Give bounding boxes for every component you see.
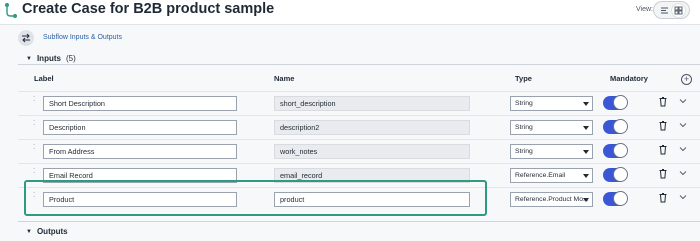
view-label: View: bbox=[636, 6, 653, 13]
mandatory-toggle[interactable] bbox=[603, 95, 628, 110]
label-input[interactable]: Short Description bbox=[43, 96, 237, 111]
flow-logo-icon bbox=[5, 3, 17, 18]
outputs-label: Outputs bbox=[36, 227, 68, 236]
trash-icon[interactable] bbox=[658, 144, 668, 155]
chevron-down-icon[interactable] bbox=[678, 192, 688, 202]
dropdown-arrow-icon bbox=[583, 174, 589, 178]
toggle-knob bbox=[613, 119, 628, 134]
subflow-inputs-outputs-link[interactable]: Subflow Inputs & Outputs bbox=[43, 34, 122, 41]
name-input: short_description bbox=[274, 96, 470, 111]
chevron-down-icon[interactable] bbox=[678, 96, 688, 106]
label-input[interactable]: Description bbox=[43, 120, 237, 135]
dropdown-arrow-icon bbox=[583, 150, 589, 154]
toggle-knob bbox=[613, 191, 628, 206]
trash-icon[interactable] bbox=[658, 120, 668, 131]
dropdown-arrow-icon bbox=[583, 198, 589, 202]
mandatory-toggle[interactable] bbox=[603, 119, 628, 134]
label-input[interactable]: From Address bbox=[43, 144, 237, 159]
mandatory-toggle[interactable] bbox=[603, 167, 628, 182]
col-mandatory: Mandatory bbox=[610, 74, 648, 83]
type-select[interactable]: Reference.Product Mo... bbox=[510, 192, 593, 207]
type-value: String bbox=[515, 148, 533, 155]
outputs-section-toggle[interactable]: ▼ Outputs bbox=[26, 227, 68, 236]
type-select[interactable]: String bbox=[510, 144, 593, 159]
drag-handle-icon[interactable]: ⁚ bbox=[33, 167, 35, 175]
toggle-knob bbox=[613, 95, 628, 110]
drag-handle-icon[interactable]: ⁚ bbox=[33, 95, 35, 103]
type-select[interactable]: String bbox=[510, 120, 593, 135]
list-view-icon[interactable] bbox=[658, 4, 671, 17]
toggle-knob bbox=[613, 143, 628, 158]
mandatory-toggle[interactable] bbox=[603, 191, 628, 206]
type-value: String bbox=[515, 100, 533, 107]
input-row: ⁚ Description description2 String bbox=[18, 115, 700, 138]
col-type: Type bbox=[515, 74, 532, 83]
add-input-icon[interactable]: + bbox=[681, 74, 692, 85]
drag-handle-icon[interactable]: ⁚ bbox=[33, 119, 35, 127]
type-value: String bbox=[515, 124, 533, 131]
input-row: ⁚ From Address work_notes String bbox=[18, 139, 700, 162]
toggle-knob bbox=[613, 167, 628, 182]
chevron-down-icon[interactable] bbox=[678, 120, 688, 130]
type-value: Reference.Product Mo... bbox=[515, 196, 589, 203]
inputs-section-toggle[interactable]: ▼ Inputs (5) bbox=[26, 54, 76, 63]
chevron-down-icon[interactable] bbox=[678, 168, 688, 178]
name-input: work_notes bbox=[274, 144, 470, 159]
col-name: Name bbox=[274, 74, 295, 83]
inputs-label: Inputs bbox=[36, 54, 61, 63]
grid-view-icon[interactable] bbox=[672, 3, 686, 17]
col-label: Label bbox=[34, 74, 54, 83]
type-value: Reference.Email bbox=[515, 172, 566, 179]
drag-handle-icon[interactable]: ⁚ bbox=[33, 143, 35, 151]
chevron-down-icon[interactable] bbox=[678, 144, 688, 154]
trash-icon[interactable] bbox=[658, 96, 668, 107]
input-row: ⁚ Short Description short_description St… bbox=[18, 91, 700, 114]
dropdown-arrow-icon bbox=[583, 126, 589, 130]
trash-icon[interactable] bbox=[658, 168, 668, 179]
view-toggle[interactable] bbox=[653, 1, 690, 19]
mandatory-toggle[interactable] bbox=[603, 143, 628, 158]
divider bbox=[18, 64, 700, 65]
header: Create Case for B2B product sample View: bbox=[0, 0, 700, 24]
trash-icon[interactable] bbox=[658, 192, 668, 203]
caret-down-icon: ▼ bbox=[26, 228, 32, 235]
inputs-count: (5) bbox=[65, 54, 76, 63]
page-title: Create Case for B2B product sample bbox=[22, 1, 275, 17]
caret-down-icon: ▼ bbox=[26, 55, 32, 62]
highlight-annotation bbox=[24, 180, 487, 216]
dropdown-arrow-icon bbox=[583, 102, 589, 106]
type-select[interactable]: String bbox=[510, 96, 593, 111]
divider bbox=[18, 221, 700, 222]
swap-arrows-icon[interactable] bbox=[18, 30, 34, 46]
type-select[interactable]: Reference.Email bbox=[510, 168, 593, 183]
name-input: description2 bbox=[274, 120, 470, 135]
